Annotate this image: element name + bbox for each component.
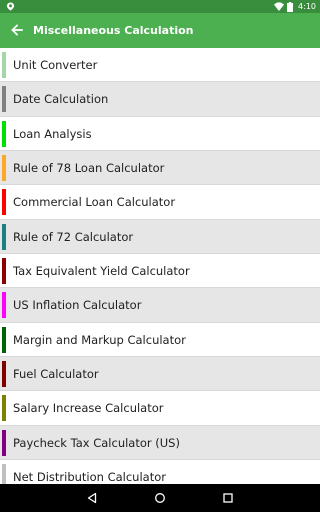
color-marker [2,223,6,250]
navigation-bar [0,484,320,512]
color-marker [2,464,6,484]
list-item-label: Paycheck Tax Calculator (US) [13,435,180,450]
color-marker [2,86,6,113]
list-item-salary-increase-calculator[interactable]: Salary Increase Calculator [0,391,320,426]
color-marker [2,155,6,182]
color-marker [2,292,6,319]
back-triangle-icon[interactable] [86,492,98,504]
notification-icon [6,2,15,11]
app-bar: Miscellaneous Calculation [0,13,320,48]
recents-square-icon[interactable] [222,492,234,504]
list-item-rule-of-78-loan-calculator[interactable]: Rule of 78 Loan Calculator [0,151,320,186]
list-item-fuel-calculator[interactable]: Fuel Calculator [0,357,320,392]
list-item-margin-and-markup-calculator[interactable]: Margin and Markup Calculator [0,322,320,358]
list-item-label: US Inflation Calculator [13,298,142,313]
list-item-us-inflation-calculator[interactable]: US Inflation Calculator [0,288,320,323]
color-marker [2,189,6,216]
calculator-list: Unit Converter Date Calculation Loan Ana… [0,48,320,484]
list-item-label: Loan Analysis [13,126,92,141]
wifi-icon [274,2,285,11]
page-title: Miscellaneous Calculation [33,24,194,37]
list-item-label: Rule of 72 Calculator [13,229,134,244]
list-item-label: Fuel Calculator [13,367,99,382]
color-marker [2,326,6,353]
color-marker [2,361,6,388]
back-arrow-icon[interactable] [10,23,24,37]
list-item-loan-analysis[interactable]: Loan Analysis [0,116,320,152]
list-item-paycheck-tax-calculator[interactable]: Paycheck Tax Calculator (US) [0,425,320,461]
list-item-label: Margin and Markup Calculator [13,332,186,347]
list-item-label: Date Calculation [13,92,109,107]
list-item-label: Commercial Loan Calculator [13,195,176,210]
list-item-label: Salary Increase Calculator [13,401,164,416]
status-bar: 4:10 [0,0,320,13]
list-item-rule-of-72-calculator[interactable]: Rule of 72 Calculator [0,219,320,255]
home-circle-icon[interactable] [154,492,166,504]
list-item-commercial-loan-calculator[interactable]: Commercial Loan Calculator [0,185,320,220]
screen: 4:10 Miscellaneous Calculation Unit Conv… [0,0,320,512]
list-item-net-distribution-calculator[interactable]: Net Distribution Calculator [0,460,320,484]
list-item-label: Unit Converter [13,58,98,72]
color-marker [2,120,6,147]
list-item-unit-converter[interactable]: Unit Converter [0,48,320,83]
list-item-date-calculation[interactable]: Date Calculation [0,82,320,117]
list-item-tax-equivalent-yield-calculator[interactable]: Tax Equivalent Yield Calculator [0,254,320,289]
color-marker [2,52,6,78]
color-marker [2,395,6,422]
list-item-label: Tax Equivalent Yield Calculator [13,264,190,279]
list-item-label: Net Distribution Calculator [13,470,166,484]
status-time: 4:10 [298,2,316,11]
color-marker [2,258,6,285]
battery-icon [287,1,294,12]
color-marker [2,429,6,456]
list-item-label: Rule of 78 Loan Calculator [13,161,165,176]
